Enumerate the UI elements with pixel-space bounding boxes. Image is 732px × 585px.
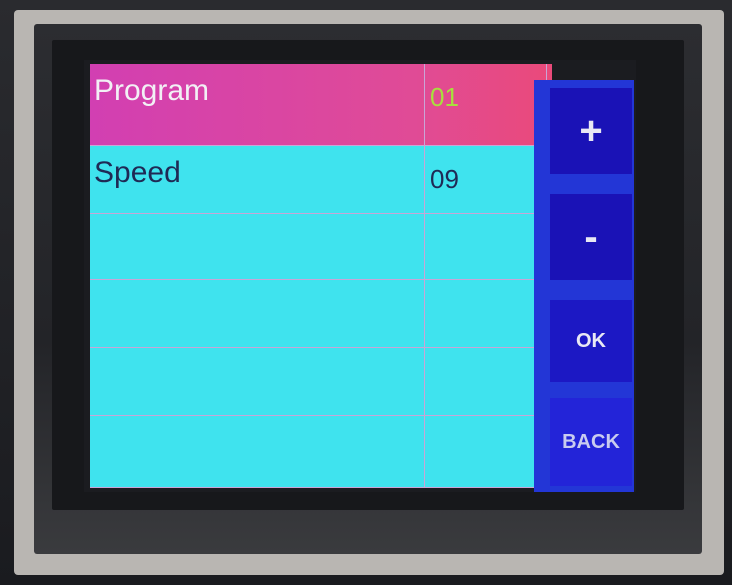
column-divider: [424, 64, 425, 488]
row-label: Speed: [94, 156, 181, 189]
table-row[interactable]: [90, 280, 552, 348]
row-value: 01: [430, 82, 459, 112]
ok-button[interactable]: OK: [550, 300, 632, 382]
parameter-table: Program 01 Speed 09: [90, 64, 552, 488]
table-row-speed[interactable]: Speed 09: [90, 146, 552, 214]
button-panel: + - OK BACK: [534, 80, 634, 492]
table-row[interactable]: [90, 416, 552, 488]
touch-screen: Program 01 Speed 09 + - OK BACK: [84, 60, 636, 492]
increment-button[interactable]: +: [550, 88, 632, 174]
table-row[interactable]: [90, 348, 552, 416]
row-value: 09: [430, 164, 459, 194]
table-row[interactable]: [90, 214, 552, 280]
row-label: Program: [94, 74, 210, 107]
back-button[interactable]: BACK: [550, 398, 632, 486]
decrement-button[interactable]: -: [550, 194, 632, 280]
hmi-device: Program 01 Speed 09 + - OK BACK: [0, 0, 732, 585]
table-row-program[interactable]: Program 01: [90, 64, 552, 146]
